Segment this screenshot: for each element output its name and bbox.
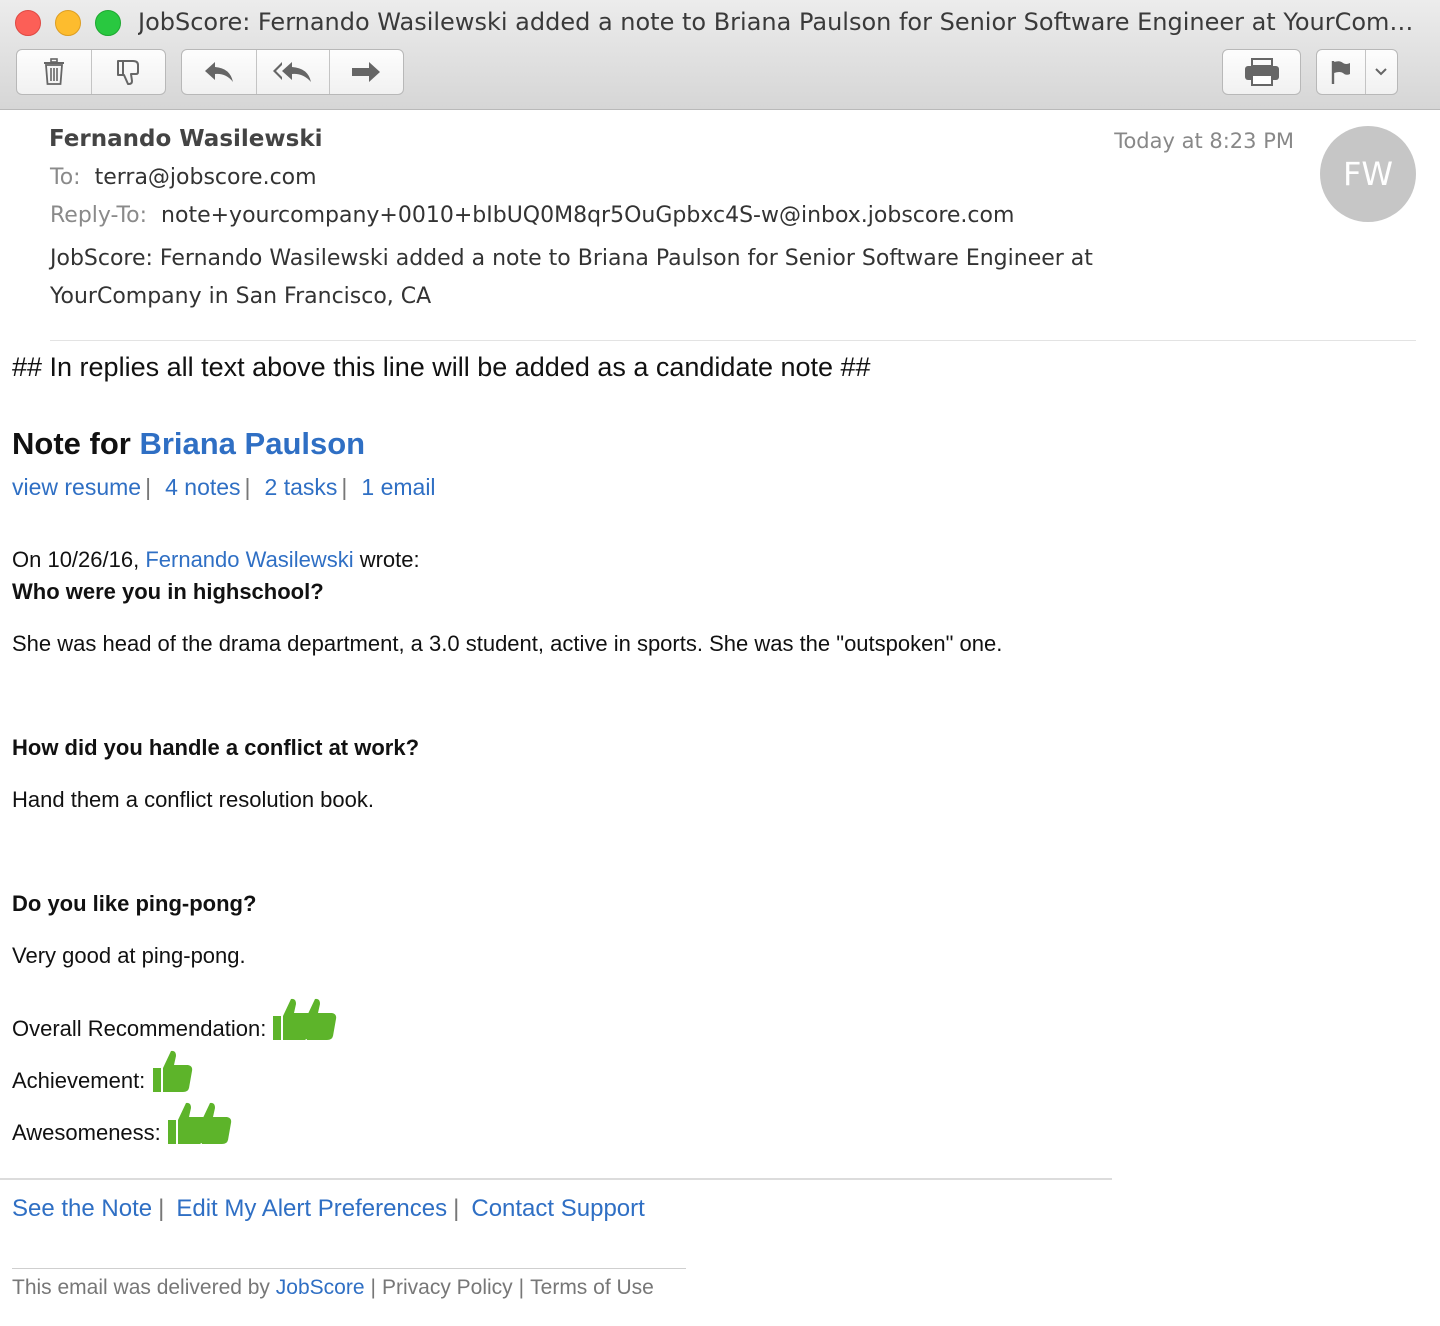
thumbs-up-icon	[153, 1050, 193, 1092]
print-icon	[1244, 58, 1279, 86]
reply-icon	[205, 62, 234, 82]
wrote-author-link[interactable]: Fernando Wasilewski	[145, 547, 353, 572]
trash-icon	[44, 58, 64, 85]
footer-links: See the Note | Edit My Alert Preferences | C…	[12, 1195, 645, 1223]
avatar: FW	[1320, 126, 1416, 222]
subject-line-2: YourCompany in San Francisco, CA	[50, 284, 432, 309]
flag-button[interactable]	[1317, 50, 1366, 94]
rating-thumbs	[151, 1048, 195, 1094]
double-thumbs-up-icon	[273, 998, 337, 1040]
answer-1: She was head of the drama department, a …	[12, 631, 1003, 656]
reply-to-line: Reply-To: note+yourcompany+0010+bIbUQ0M8q…	[50, 203, 1014, 228]
link-separator: |	[244, 474, 251, 500]
link-separator: |	[453, 1195, 460, 1222]
subject: JobScore: Fernando Wasilewski added a no…	[50, 240, 1150, 316]
rating-thumbs	[272, 996, 340, 1042]
delete-junk-group	[16, 49, 166, 95]
wrote-line: On 10/26/16, Fernando Wasilewski wrote:	[12, 547, 420, 573]
rating-awesomeness: Awesomeness:	[12, 1100, 235, 1146]
subject-line-1: JobScore: Fernando Wasilewski added a no…	[50, 246, 1093, 271]
to-line: To: terra@jobscore.com	[50, 165, 317, 190]
reply-notice: ## In replies all text above this line w…	[12, 352, 871, 382]
reply-to-address[interactable]: note+yourcompany+0010+bIbUQ0M8qr5OuGpbxc…	[161, 203, 1014, 228]
privacy-policy-link[interactable]: Privacy Policy	[382, 1276, 513, 1299]
note-for-label: Note for	[12, 426, 140, 461]
close-window-button[interactable]	[15, 10, 41, 36]
alert-preferences-link[interactable]: Edit My Alert Preferences	[176, 1195, 447, 1222]
to-label: To:	[50, 165, 81, 190]
minimize-window-button[interactable]	[55, 10, 81, 36]
reply-all-icon	[273, 62, 311, 82]
delete-button[interactable]	[17, 50, 92, 94]
answer-3: Very good at ping-pong.	[12, 943, 246, 968]
rating-label: Achievement:	[12, 1068, 146, 1093]
email-link[interactable]: 1 email	[361, 474, 435, 500]
forward-icon	[352, 62, 381, 82]
candidate-name-link[interactable]: Briana Paulson	[139, 426, 365, 461]
message-date: Today at 8:23 PM	[1114, 129, 1294, 153]
terms-of-use-link[interactable]: Terms of Use	[530, 1276, 654, 1299]
link-separator: |	[341, 474, 348, 500]
rating-thumbs	[167, 1100, 235, 1146]
flag-icon	[1331, 61, 1350, 84]
question-2: How did you handle a conflict at work?	[12, 735, 420, 760]
double-thumbs-up-icon	[167, 1102, 231, 1144]
window-titlebar: JobScore: Fernando Wasilewski added a no…	[0, 0, 1440, 110]
wrote-suffix: wrote:	[353, 547, 420, 572]
view-resume-link[interactable]: view resume	[12, 474, 141, 500]
wrote-prefix: On 10/26/16,	[12, 547, 146, 572]
delivered-line: This email was delivered by JobScore | Pri…	[12, 1276, 654, 1300]
thumbs-down-icon	[116, 60, 139, 85]
zoom-window-button[interactable]	[95, 10, 121, 36]
delivered-prefix: This email was delivered by	[12, 1276, 276, 1299]
print-button[interactable]	[1223, 50, 1300, 94]
header-divider	[50, 340, 1416, 341]
see-note-link[interactable]: See the Note	[12, 1195, 152, 1222]
reply-to-label: Reply-To:	[50, 203, 148, 228]
reply-group	[181, 49, 404, 95]
candidate-links: view resume | 4 notes | 2 tasks | 1 email	[12, 474, 440, 501]
window-title: JobScore: Fernando Wasilewski added a no…	[138, 8, 1428, 36]
link-separator: |	[518, 1276, 525, 1299]
contact-support-link[interactable]: Contact Support	[471, 1195, 644, 1222]
junk-button[interactable]	[92, 50, 165, 94]
rating-label: Awesomeness:	[12, 1120, 161, 1145]
note-title: Note for Briana Paulson	[12, 426, 365, 462]
forward-button[interactable]	[330, 50, 403, 94]
rating-achievement: Achievement:	[12, 1048, 195, 1094]
question-3: Do you like ping-pong?	[12, 891, 257, 916]
link-separator: |	[145, 474, 152, 500]
reply-all-button[interactable]	[257, 50, 330, 94]
sender-name: Fernando Wasilewski	[49, 126, 323, 152]
rating-overall: Overall Recommendation:	[12, 996, 340, 1042]
chevron-down-icon	[1375, 68, 1388, 76]
notes-link[interactable]: 4 notes	[165, 474, 240, 500]
answer-2: Hand them a conflict resolution book.	[12, 787, 374, 812]
print-group	[1222, 49, 1301, 95]
tasks-link[interactable]: 2 tasks	[265, 474, 338, 500]
jobscore-link[interactable]: JobScore	[276, 1276, 365, 1299]
delivered-divider	[12, 1268, 686, 1269]
link-separator: |	[370, 1276, 376, 1299]
rating-label: Overall Recommendation:	[12, 1016, 267, 1041]
question-1: Who were you in highschool?	[12, 579, 324, 604]
reply-button[interactable]	[182, 50, 258, 94]
link-separator: |	[158, 1195, 165, 1222]
flag-menu-button[interactable]	[1366, 50, 1397, 94]
to-address[interactable]: terra@jobscore.com	[95, 165, 317, 190]
footer-divider	[0, 1178, 1112, 1180]
flag-group	[1316, 49, 1398, 95]
